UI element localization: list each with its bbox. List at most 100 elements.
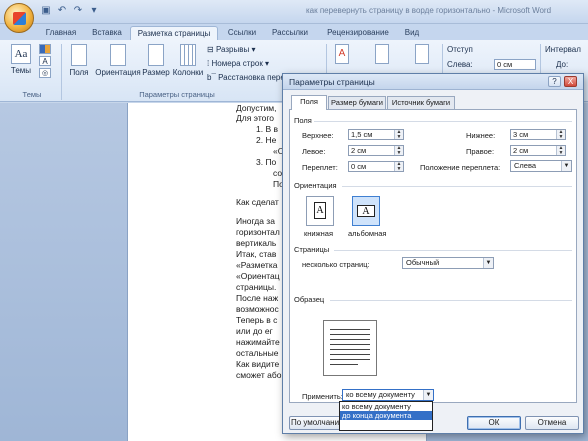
doc-line: Как видите [236, 359, 280, 369]
preview-line [330, 354, 370, 355]
cancel-button[interactable]: Отмена [525, 416, 579, 430]
multiple-pages-label: несколько страниц: [302, 260, 370, 269]
columns-icon [180, 44, 196, 66]
page-setup-dialog: Параметры страницы ? X Поля Размер бумаг… [282, 73, 584, 434]
theme-colors-button[interactable]: A ◎ [38, 44, 52, 80]
doc-line: «Разметка [236, 260, 278, 270]
tab-references[interactable]: Ссылки [222, 26, 262, 40]
orientation-button[interactable]: Ориентация [95, 44, 141, 77]
doc-line: Теперь в с [236, 315, 278, 325]
watermark-icon: A [335, 44, 349, 64]
tab-insert[interactable]: Вставка [84, 26, 130, 40]
quick-access-toolbar: ▣ ↶ ↷ ▾ [40, 5, 100, 17]
spacing-label: Интервал [545, 45, 581, 54]
set-default-button[interactable]: По умолчани [289, 416, 341, 430]
ribbon-tabs: Главная Вставка Разметка страницы Ссылки… [0, 24, 588, 40]
apply-to-select[interactable]: ко всему документу ▼ [342, 389, 434, 401]
doc-line: горизонтал [236, 227, 280, 237]
doc-line: Иногда за [236, 216, 275, 226]
page-borders-button[interactable] [410, 44, 434, 66]
gutter-input[interactable]: 0 см ▲ ▼ [348, 161, 404, 172]
undo-icon[interactable]: ↶ [56, 5, 68, 17]
gutter-value: 0 см [351, 162, 367, 171]
help-button[interactable]: ? [548, 76, 561, 87]
dialog-title-bar[interactable]: Параметры страницы ? X [283, 74, 583, 90]
left-margin-input[interactable]: 2 см ▲ ▼ [348, 145, 404, 156]
columns-label: Колонки [172, 68, 204, 77]
columns-button[interactable]: Колонки [171, 44, 205, 77]
section-divider [342, 186, 572, 187]
themes-group-label: Темы [22, 90, 42, 99]
margins-button[interactable]: Поля [64, 44, 94, 77]
size-icon [148, 44, 164, 66]
customize-icon[interactable]: ▾ [88, 5, 100, 17]
spinner-icon[interactable]: ▲ ▼ [556, 130, 565, 139]
tab-view[interactable]: Вид [398, 26, 426, 40]
margins-label: Поля [69, 68, 89, 77]
margins-panel: Поля Верхнее: 1,5 см ▲ ▼ Нижнее: 3 см ▲ ▼ Ле… [289, 109, 577, 403]
line-numbers-icon: ⁞ [207, 59, 210, 68]
chevron-down-icon: ▼ [561, 161, 571, 171]
spinner-icon[interactable]: ▲ ▼ [556, 146, 565, 155]
spinner-icon[interactable]: ▲ ▼ [394, 162, 403, 171]
top-margin-input[interactable]: 1,5 см ▲ ▼ [348, 129, 404, 140]
tab-mailings[interactable]: Рассылки [266, 26, 314, 40]
indent-left-input[interactable]: 0 см [494, 59, 536, 70]
doc-line: Для этого [236, 113, 274, 123]
spinner-icon[interactable]: ▲ ▼ [394, 146, 403, 155]
size-button[interactable]: Размер [142, 44, 170, 77]
hyphenation-button[interactable]: b¯ Расстановка перен [207, 73, 289, 82]
doc-line: Как сделат [236, 197, 279, 207]
spinner-icon[interactable]: ▲ ▼ [394, 130, 403, 139]
tab-paper-size[interactable]: Размер бумаги [328, 96, 386, 109]
office-button[interactable] [4, 3, 34, 33]
tab-page-layout[interactable]: Разметка страницы [130, 26, 218, 40]
size-label: Размер [142, 68, 170, 77]
ok-button[interactable]: ОК [467, 416, 521, 430]
tab-paper-source[interactable]: Источник бумаги [387, 96, 455, 109]
doc-line: Допустим, [236, 103, 277, 113]
preview-line [330, 344, 370, 345]
watermark-button[interactable]: A [330, 44, 354, 66]
apply-option-whole-document[interactable]: ко всему документу [340, 402, 432, 411]
themes-button[interactable]: Aa Темы [6, 44, 36, 75]
right-margin-input[interactable]: 2 см ▲ ▼ [510, 145, 566, 156]
close-button[interactable]: X [564, 76, 577, 87]
doc-line: «Ориентац [236, 271, 280, 281]
landscape-option[interactable]: A [352, 196, 380, 226]
doc-line: 2. Не [256, 135, 277, 145]
gutter-position-label: Положение переплета: [420, 163, 501, 172]
doc-line: сможет або [236, 370, 282, 380]
multiple-pages-value: Обычный [406, 258, 440, 267]
tab-home[interactable]: Главная [38, 26, 84, 40]
page-color-button[interactable] [370, 44, 394, 66]
left-margin-value: 2 см [351, 146, 367, 155]
apply-option-to-end[interactable]: до конца документа [340, 411, 432, 420]
pages-section-label: Страницы [294, 245, 330, 254]
themes-label: Темы [10, 66, 32, 75]
multiple-pages-select[interactable]: Обычный ▼ [402, 257, 494, 269]
bottom-margin-input[interactable]: 3 см ▲ ▼ [510, 129, 566, 140]
orientation-label: Ориентация [95, 68, 141, 77]
doc-line: После наж [236, 293, 279, 303]
portrait-option[interactable]: A [306, 196, 334, 226]
line-numbers-button[interactable]: ⁞ Номера строк ▾ [207, 59, 269, 68]
redo-icon[interactable]: ↷ [72, 5, 84, 17]
right-margin-value: 2 см [513, 146, 529, 155]
gutter-position-select[interactable]: Слева ▼ [510, 160, 572, 172]
tab-review[interactable]: Рецензирование [320, 26, 396, 40]
orientation-icon [110, 44, 126, 66]
apply-to-value: ко всему документу [346, 390, 415, 399]
indent-label: Отступ [447, 45, 473, 54]
title-bar: ▣ ↶ ↷ ▾ как перевернуть страницу в ворде… [0, 0, 588, 24]
themes-icon: Aa [11, 44, 31, 64]
tab-margins[interactable]: Поля [291, 95, 327, 110]
save-icon[interactable]: ▣ [40, 5, 52, 17]
doc-line: нажимайте [236, 337, 280, 347]
breaks-button[interactable]: ⊟ Разрывы ▾ [207, 45, 255, 54]
right-margin-label: Правое: [466, 147, 495, 156]
preview-line [330, 349, 370, 350]
preview-line [330, 359, 370, 360]
top-margin-value: 1,5 см [351, 130, 373, 139]
office-logo-icon [13, 12, 26, 25]
